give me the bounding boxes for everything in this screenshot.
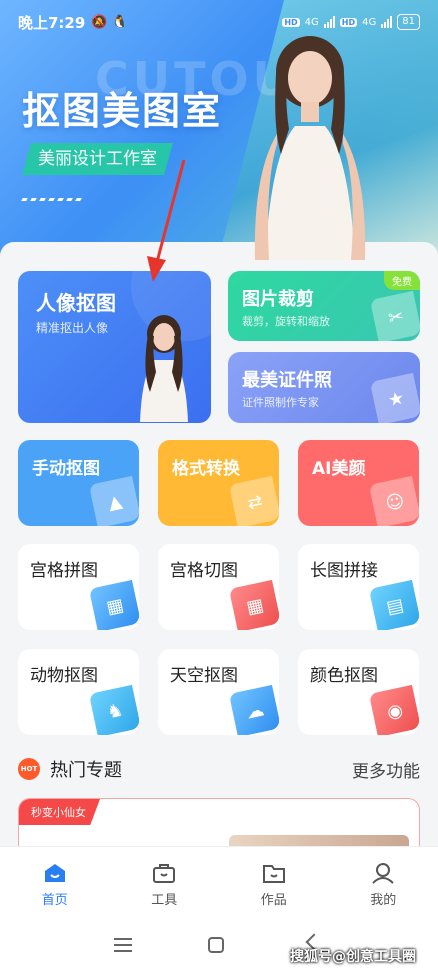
watermark: 搜狐号@创意工具圈: [290, 949, 416, 965]
image-convert-icon: ⇄: [228, 475, 279, 526]
tab-profile[interactable]: 我的: [329, 847, 438, 916]
folder-icon: [262, 865, 285, 883]
tab-label: 我的: [370, 893, 397, 908]
hd-icon: HD: [282, 17, 300, 27]
hd-icon: HD: [339, 17, 358, 27]
status-bar: 晚上7:29 🔕 🐧 HD 4G HD 4G 81: [0, 0, 438, 44]
color-cutout-card[interactable]: 颜色抠图 ◉: [298, 649, 419, 735]
card-title: 图片裁剪: [242, 289, 314, 310]
tab-tools[interactable]: 工具: [110, 847, 220, 916]
banner-model-image: [254, 36, 366, 260]
profile-icon: [372, 863, 394, 884]
home-icon: [44, 864, 65, 882]
card-title: 人像抠图: [36, 291, 116, 315]
animal-icon: ♞: [88, 684, 139, 735]
long-image-icon: ▤: [368, 579, 419, 630]
card-title: 动物抠图: [30, 666, 98, 686]
battery-icon: 81: [397, 14, 420, 30]
banner-title: 抠图美图室: [22, 89, 223, 133]
sky-icon: ☁: [228, 684, 279, 735]
card-subtitle: 裁剪，旋转和缩放: [242, 315, 330, 328]
signal-icon: [323, 16, 335, 28]
tab-works[interactable]: 作品: [219, 847, 329, 916]
network-label-2: 4G: [362, 16, 377, 28]
status-time: 晚上7:29: [18, 13, 86, 32]
home-button-icon[interactable]: [208, 937, 224, 953]
grid-collage-card[interactable]: 宫格拼图 ▦: [18, 544, 139, 630]
card-subtitle: 证件照制作专家: [242, 396, 319, 409]
dnd-icon: 🔕: [91, 14, 108, 30]
long-image-card[interactable]: 长图拼接 ▤: [298, 544, 419, 630]
card-title: 长图拼接: [310, 561, 378, 581]
menu-icon[interactable]: [114, 938, 132, 956]
card-title: 格式转换: [172, 459, 240, 479]
animal-cutout-card[interactable]: 动物抠图 ♞: [18, 649, 139, 735]
grid-cut-icon: ▦: [228, 579, 279, 630]
format-convert-card[interactable]: 格式转换 ⇄: [158, 440, 279, 526]
image-icon: ▲: [88, 475, 139, 526]
banner-subtitle: 美丽设计工作室: [22, 143, 173, 175]
banner-dashes: [21, 198, 82, 201]
id-photo-icon: ★: [369, 372, 420, 423]
tab-label: 工具: [151, 893, 178, 908]
grid-collage-icon: ▦: [88, 579, 139, 630]
more-features-link[interactable]: 更多功能: [352, 757, 420, 782]
card-title: 颜色抠图: [310, 666, 378, 686]
bottom-tab-bar: 首页 工具 作品 我的: [0, 846, 438, 916]
hot-topics-header: HOT 热门专题 更多功能: [18, 756, 420, 782]
palette-icon: ◉: [368, 684, 419, 735]
network-label-1: 4G: [304, 16, 319, 28]
card-title: 最美证件照: [242, 370, 332, 391]
card-subtitle: 精准抠出人像: [36, 321, 109, 335]
portrait-model-image: [140, 315, 188, 422]
hot-icon: HOT: [18, 758, 40, 780]
card-title: AI美颜: [312, 459, 366, 479]
free-badge: 免费: [384, 271, 420, 290]
toolbox-icon: [153, 864, 176, 883]
tab-label: 作品: [260, 893, 287, 908]
card-title: 天空抠图: [170, 666, 238, 686]
id-photo-card[interactable]: 最美证件照 证件照制作专家 ★: [228, 352, 420, 423]
scissors-icon: ✂: [369, 290, 420, 341]
signal-icon: [381, 16, 393, 28]
card-title: 宫格切图: [170, 561, 238, 581]
image-crop-card[interactable]: 图片裁剪 裁剪，旋转和缩放 免费 ✂: [228, 271, 420, 341]
grid-cut-card[interactable]: 宫格切图 ▦: [158, 544, 279, 630]
face-icon: ☺: [368, 475, 419, 526]
hot-topics-title: 热门专题: [50, 760, 122, 781]
card-title: 手动抠图: [32, 459, 100, 479]
ai-beauty-card[interactable]: AI美颜 ☺: [298, 440, 419, 526]
qq-icon: 🐧: [111, 14, 128, 30]
manual-cutout-card[interactable]: 手动抠图 ▲: [18, 440, 139, 526]
promo-tag: 秒变小仙女: [19, 799, 100, 825]
tab-label: 首页: [41, 893, 68, 908]
tab-home[interactable]: 首页: [0, 847, 110, 916]
sky-cutout-card[interactable]: 天空抠图 ☁: [158, 649, 279, 735]
card-title: 宫格拼图: [30, 561, 98, 581]
